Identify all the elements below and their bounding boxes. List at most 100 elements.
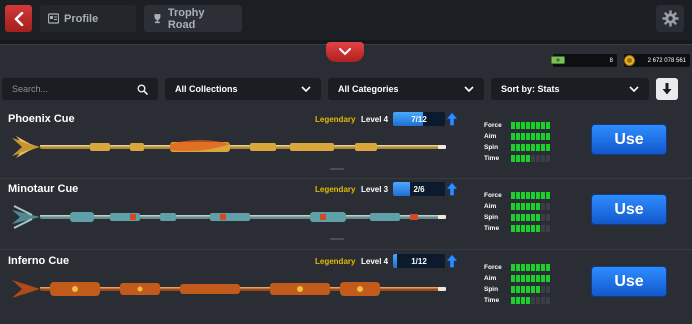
collapse-panel-button[interactable] [326,42,364,62]
stat-segment [516,192,520,199]
collections-dropdown[interactable]: All Collections [165,78,321,100]
use-cue-button[interactable]: Use [591,266,667,297]
stat-segment [526,203,530,210]
stat-segment [536,264,540,271]
use-cue-button[interactable]: Use [591,124,667,155]
stat-label: Spin [484,286,499,293]
stat-row-aim: Aim [484,201,564,212]
stat-meter [511,264,550,271]
stat-segment [546,144,550,151]
stat-segment [521,144,525,151]
level-label: Level 4 [361,257,389,266]
row-divider [0,249,692,250]
stat-segment [531,144,535,151]
stat-meter [511,275,550,282]
settings-button[interactable] [656,5,684,32]
back-button[interactable] [5,5,32,32]
stat-segment [546,133,550,140]
row-divider-dash [330,238,344,240]
stat-segment [536,155,540,162]
stat-segment [516,203,520,210]
stat-segment [521,297,525,304]
stat-segment [516,155,520,162]
stat-segment [511,225,515,232]
stat-segment [516,297,520,304]
collections-dropdown-label: All Collections [175,84,238,94]
stat-segment [526,286,530,293]
cash-balance[interactable]: 8 [551,53,617,67]
arrow-down-icon [662,83,672,95]
tab-profile-label: Profile [64,12,99,25]
upgrade-progress-bar: 7/12 [393,112,445,126]
chevron-down-icon [464,86,474,92]
row-divider [0,178,692,179]
stat-segment [541,264,545,271]
stat-segment [536,214,540,221]
stat-row-force: Force [484,120,564,131]
cash-icon [551,53,565,67]
stat-segment [541,225,545,232]
stat-segment [536,297,540,304]
stat-segment [536,122,540,129]
cue-stats: Force Aim Spin Time [484,262,564,306]
stat-segment [526,144,530,151]
categories-dropdown[interactable]: All Categories [328,78,484,100]
stat-segment [541,297,545,304]
stat-segment [546,275,550,282]
search-input[interactable]: Search... [2,78,158,100]
stat-segment [521,203,525,210]
arrow-up-icon [446,182,458,196]
cash-amount: 8 [609,57,613,64]
stat-segment [511,214,515,221]
stat-segment [516,225,520,232]
cue-row-minotaur: Minotaur Cue Legendary Level 3 2/6 Force… [0,180,692,248]
stat-segment [516,122,520,129]
stat-segment [531,192,535,199]
stat-segment [511,133,515,140]
stat-segment [536,133,540,140]
stat-meter [511,286,550,293]
stat-segment [521,264,525,271]
stat-segment [531,264,535,271]
coin-balance[interactable]: 2 672 078 561 [622,53,690,67]
inferno-cue-image [12,280,446,298]
chevron-down-icon [629,86,639,92]
stat-segment [546,122,550,129]
stat-label: Force [484,192,502,199]
coin-icon [622,53,636,67]
stat-segment [536,286,540,293]
stat-segment [526,122,530,129]
sort-dropdown[interactable]: Sort by: Stats [491,78,649,100]
chevron-down-icon [301,86,311,92]
tab-profile[interactable]: Profile [40,5,136,32]
stat-segment [516,275,520,282]
rarity-label: Legendary [315,257,356,266]
stat-label: Spin [484,214,499,221]
cue-name: Phoenix Cue [8,113,75,125]
upgrade-progress-bar: 1/12 [393,254,445,268]
stat-row-time: Time [484,223,564,234]
stat-segment [511,155,515,162]
stat-segment [526,192,530,199]
stat-row-spin: Spin [484,142,564,153]
stat-segment [531,225,535,232]
tab-trophy-road[interactable]: Trophy Road [144,5,242,32]
stat-segment [511,297,515,304]
stat-row-force: Force [484,190,564,201]
use-cue-button[interactable]: Use [591,194,667,225]
stat-segment [516,286,520,293]
stat-segment [521,225,525,232]
stat-segment [511,264,515,271]
gear-icon [661,10,679,27]
stat-label: Spin [484,144,499,151]
phoenix-cue-image [12,136,446,158]
stat-segment [531,275,535,282]
stat-segment [541,192,545,199]
stat-segment [521,192,525,199]
sort-direction-button[interactable] [656,78,678,100]
stat-segment [511,203,515,210]
stat-segment [516,264,520,271]
stat-segment [541,286,545,293]
stat-segment [536,203,540,210]
stat-segment [516,214,520,221]
